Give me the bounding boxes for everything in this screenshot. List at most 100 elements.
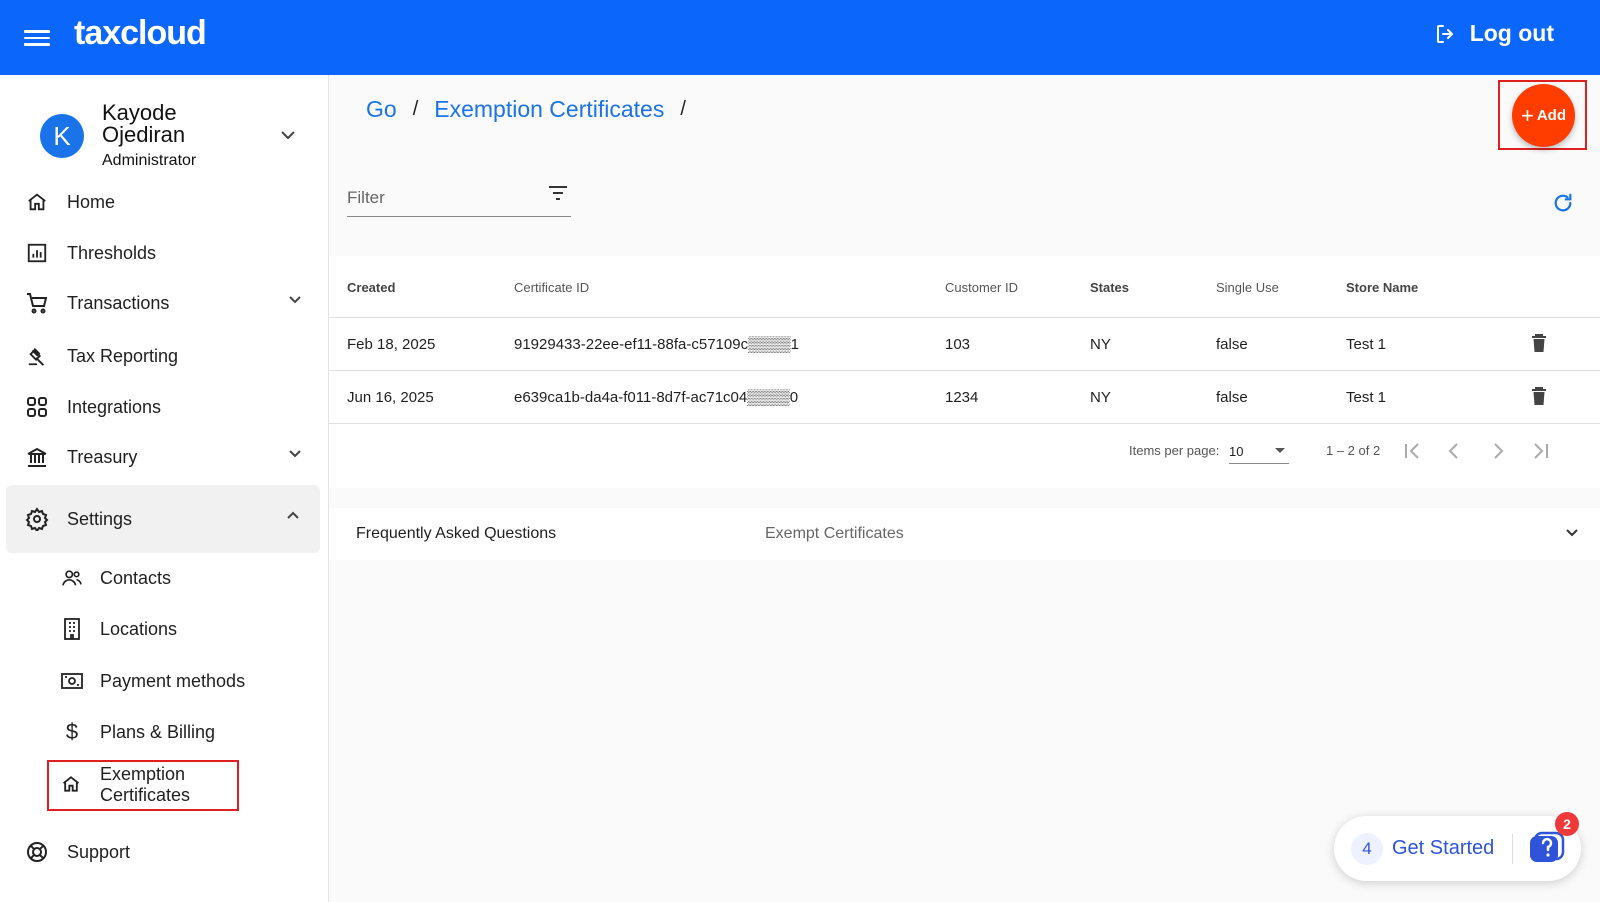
- user-name: Kayode Ojediran: [102, 100, 186, 147]
- cell-created: Feb 18, 2025: [347, 336, 436, 353]
- chart-icon: [24, 240, 50, 266]
- sidebar-item-treasury[interactable]: Treasury: [0, 435, 329, 479]
- logout-label: Log out: [1469, 20, 1554, 46]
- cart-icon: [24, 290, 50, 316]
- chevron-down-icon: [1566, 529, 1578, 537]
- previous-page-icon[interactable]: [1447, 442, 1461, 460]
- sidebar-item-label: Tax Reporting: [67, 345, 179, 366]
- filter-input[interactable]: [347, 188, 527, 208]
- home-icon: [24, 189, 50, 215]
- building-icon: [60, 617, 84, 641]
- divider: [1512, 834, 1513, 864]
- money-icon: [60, 669, 84, 693]
- bank-icon: [24, 444, 50, 470]
- faq-accordion[interactable]: Frequently Asked Questions Exempt Certif…: [329, 508, 1600, 560]
- trash-icon[interactable]: [1531, 386, 1547, 406]
- sidebar-item-label: Treasury: [67, 446, 138, 467]
- sidebar-item-tax-reporting[interactable]: Tax Reporting: [0, 334, 329, 378]
- plus-icon: +: [1520, 102, 1534, 128]
- sidebar-item-label: Payment methods: [100, 670, 246, 691]
- chevron-down-icon: [289, 296, 301, 304]
- header-single-use[interactable]: Single Use: [1216, 280, 1279, 295]
- sidebar-item-locations[interactable]: Locations: [0, 609, 329, 649]
- user-profile[interactable]: K Kayode Ojediran Administrator: [40, 102, 310, 172]
- last-page-icon[interactable]: [1530, 442, 1550, 460]
- chevron-down-icon: [289, 450, 301, 458]
- items-per-page-value: 10: [1229, 444, 1244, 459]
- cell-certificate-id: 91929433-22ee-ef11-88fa-c57109c▒▒▒▒1: [514, 336, 799, 353]
- sidebar-item-settings[interactable]: Settings: [6, 485, 320, 553]
- get-started-label: Get Started: [1392, 837, 1495, 859]
- filter-field[interactable]: [347, 180, 571, 217]
- sidebar-item-label: Exemption Certificates: [100, 764, 190, 806]
- sidebar-item-label: Home: [67, 191, 116, 212]
- filter-icon[interactable]: [547, 184, 569, 202]
- notification-badge: 2: [1555, 812, 1579, 836]
- help-icon[interactable]: [1527, 830, 1565, 868]
- sidebar-item-label: Thresholds: [67, 242, 157, 263]
- menu-icon[interactable]: [24, 26, 50, 48]
- add-button[interactable]: + Add: [1512, 84, 1575, 147]
- items-per-page-select[interactable]: 10: [1229, 436, 1289, 464]
- breadcrumb-current[interactable]: Exemption Certificates: [434, 96, 664, 123]
- dropdown-arrow-icon: [1275, 448, 1285, 453]
- first-page-icon[interactable]: [1403, 442, 1423, 460]
- table-row[interactable]: Feb 18, 2025 91929433-22ee-ef11-88fa-c57…: [329, 317, 1600, 370]
- sidebar-item-exemption-certificates[interactable]: Exemption Certificates: [47, 760, 239, 811]
- sidebar-item-contacts[interactable]: Contacts: [0, 558, 329, 598]
- header-states[interactable]: States: [1090, 280, 1129, 295]
- avatar: K: [40, 114, 84, 158]
- gear-icon: [24, 506, 50, 532]
- refresh-icon[interactable]: [1552, 192, 1574, 214]
- cell-states: NY: [1090, 389, 1111, 406]
- sidebar-item-payment-methods[interactable]: Payment methods: [0, 661, 329, 701]
- faq-topic: Exempt Certificates: [765, 525, 904, 542]
- breadcrumb-separator: /: [680, 98, 686, 120]
- taxcloud-logo[interactable]: taxcloud: [74, 14, 207, 53]
- label-line-2: Certificates: [100, 785, 191, 805]
- sidebar-item-integrations[interactable]: Integrations: [0, 385, 329, 429]
- cell-store-name: Test 1: [1346, 336, 1387, 353]
- sidebar-item-label: Locations: [100, 618, 178, 639]
- breadcrumb-root[interactable]: Go: [366, 96, 397, 123]
- sidebar-item-plans-billing[interactable]: $ Plans & Billing: [0, 712, 329, 752]
- sidebar-item-label: Integrations: [67, 396, 162, 417]
- next-page-icon[interactable]: [1491, 442, 1505, 460]
- cell-single-use: false: [1216, 336, 1248, 353]
- cell-states: NY: [1090, 336, 1111, 353]
- faq-title: Frequently Asked Questions: [356, 525, 557, 542]
- header-store-name[interactable]: Store Name: [1346, 280, 1418, 295]
- cell-customer-id: 103: [945, 336, 971, 353]
- header-customer-id[interactable]: Customer ID: [945, 280, 1018, 295]
- header-created[interactable]: Created: [347, 280, 395, 295]
- get-started-widget[interactable]: 4 Get Started: [1334, 816, 1581, 881]
- grid-icon: [24, 394, 50, 420]
- table-row[interactable]: Jun 16, 2025 e639ca1b-da4a-f011-8d7f-ac7…: [329, 370, 1600, 423]
- sidebar-item-home[interactable]: Home: [0, 180, 329, 224]
- sidebar-item-label: Support: [67, 841, 131, 862]
- chevron-down-icon[interactable]: [280, 130, 296, 140]
- cell-customer-id: 1234: [945, 389, 979, 406]
- sidebar-item-thresholds[interactable]: Thresholds: [0, 231, 329, 275]
- breadcrumb-separator: /: [412, 98, 419, 120]
- sidebar-item-label: Transactions: [67, 292, 170, 313]
- logout-button[interactable]: Log out: [1434, 20, 1554, 47]
- contacts-icon: [60, 566, 84, 590]
- sidebar-item-label: Contacts: [100, 567, 172, 588]
- header-certificate-id[interactable]: Certificate ID: [514, 280, 589, 295]
- cell-single-use: false: [1216, 389, 1248, 406]
- pagination-range: 1 – 2 of 2: [1326, 443, 1381, 458]
- cell-store-name: Test 1: [1346, 389, 1387, 406]
- table-divider: [329, 423, 1600, 424]
- sidebar-item-label: Plans & Billing: [100, 721, 216, 742]
- items-per-page-label: Items per page:: [1129, 443, 1220, 458]
- lifebuoy-icon: [24, 839, 50, 865]
- sidebar: K Kayode Ojediran Administrator Home Thr…: [0, 75, 329, 902]
- sidebar-item-label: Settings: [67, 508, 133, 529]
- certificates-table: Created Certificate ID Customer ID State…: [329, 256, 1600, 488]
- add-label: Add: [1536, 107, 1567, 124]
- sidebar-item-support[interactable]: Support: [0, 830, 329, 874]
- trash-icon[interactable]: [1531, 333, 1547, 353]
- sidebar-item-transactions[interactable]: Transactions: [0, 281, 329, 325]
- home-icon: [61, 774, 81, 799]
